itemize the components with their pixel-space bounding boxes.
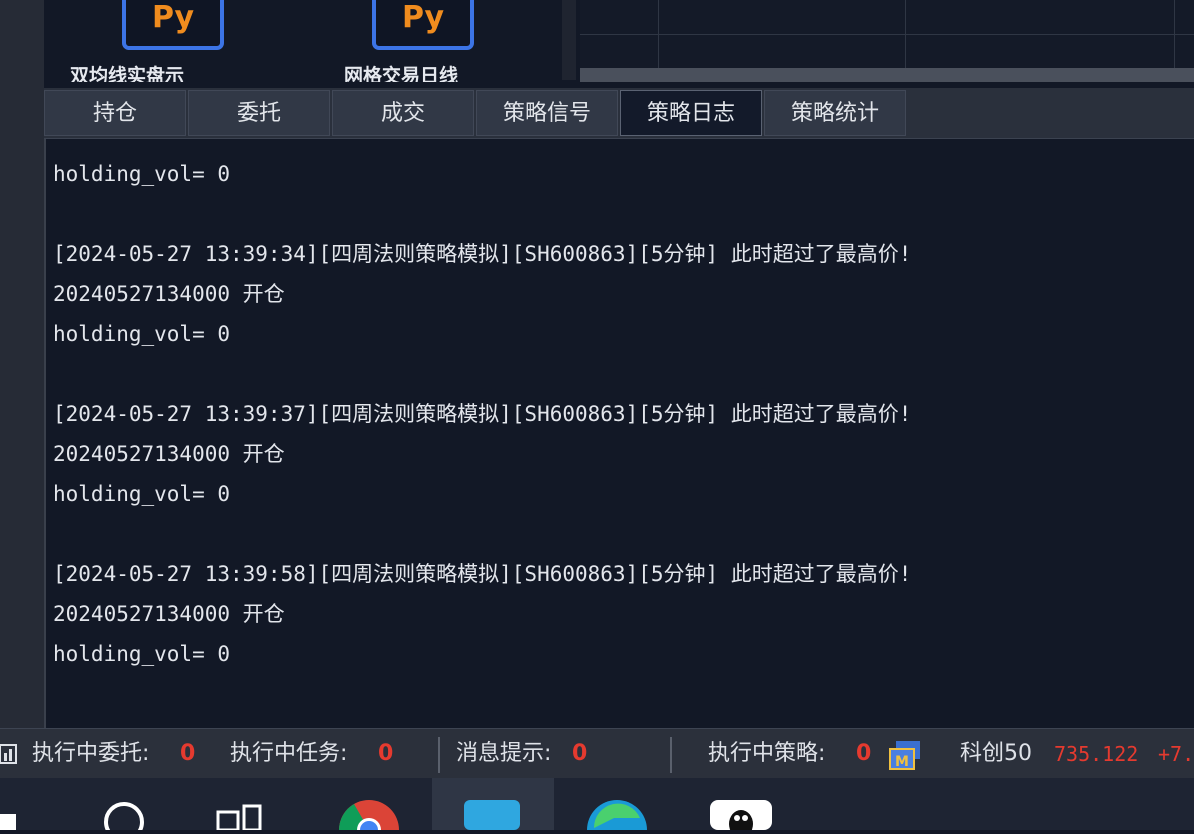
- strategy-tile-1-caption: 双均线实盘示: [70, 65, 185, 82]
- index-change: +7.: [1158, 742, 1194, 766]
- tab-strategy-signals[interactable]: 策略信号: [476, 90, 618, 136]
- chart-icon[interactable]: [0, 743, 18, 765]
- status-bar: 执行中委托: 0 执行中任务: 0 消息提示: 0 执行中策略: 0 M 科创5…: [0, 728, 1194, 779]
- task-view-icon[interactable]: [212, 778, 268, 832]
- tab-strategy-log[interactable]: 策略日志: [620, 90, 762, 136]
- executing-strategies-count: 0: [856, 741, 872, 766]
- edge-icon[interactable]: [584, 778, 650, 834]
- log-line: holding_vol= 0: [53, 482, 231, 506]
- log-line: 20240527134000 开仓: [53, 602, 285, 626]
- strategy-monitor-icon[interactable]: M: [888, 739, 922, 771]
- log-line: holding_vol= 0: [53, 642, 231, 666]
- executing-strategies-label: 执行中策略:: [708, 741, 826, 766]
- log-line: [2024-05-27 13:39:34][四周法则策略模拟][SH600863…: [53, 242, 912, 266]
- index-name: 科创50: [960, 741, 1032, 766]
- python-icon: Py: [401, 0, 445, 35]
- strategy-log-output: holding_vol= 0 [2024-05-27 13:39:34][四周法…: [53, 150, 1173, 720]
- log-line: holding_vol= 0: [53, 162, 231, 186]
- log-line: 20240527134000 开仓: [53, 442, 285, 466]
- left-panel-edge: [0, 0, 46, 728]
- status-divider: [438, 737, 440, 773]
- tab-orders[interactable]: 委托: [188, 90, 330, 136]
- strategy-tile-2[interactable]: Py: [372, 0, 474, 50]
- strategy-tile-2-caption: 网格交易日线: [344, 65, 459, 82]
- log-line: [2024-05-27 13:39:58][四周法则策略模拟][SH600863…: [53, 562, 912, 586]
- executing-tasks-count: 0: [378, 741, 394, 766]
- strategy-tile-1[interactable]: Py: [122, 0, 224, 50]
- start-icon[interactable]: [0, 778, 20, 830]
- grid-divider: [580, 34, 1194, 35]
- executing-orders-count: 0: [180, 741, 196, 766]
- tab-trades[interactable]: 成交: [332, 90, 474, 136]
- executing-orders-label: 执行中委托:: [32, 741, 150, 766]
- messages-label[interactable]: 消息提示:: [456, 729, 551, 779]
- python-icon: Py: [151, 0, 195, 35]
- horizontal-scrollbar[interactable]: [580, 68, 1194, 82]
- log-line: [2024-05-27 13:39:37][四周法则策略模拟][SH600863…: [53, 402, 912, 426]
- index-value: 735.122: [1054, 742, 1139, 766]
- executing-tasks-label: 执行中任务:: [230, 741, 348, 766]
- log-line: 20240527134000 开仓: [53, 282, 285, 306]
- bottom-panel-tabs: 持仓 委托 成交 策略信号 策略日志 策略统计: [44, 88, 1194, 139]
- chrome-icon[interactable]: [336, 778, 402, 834]
- data-grid: [580, 0, 1194, 68]
- svg-text:M: M: [895, 754, 909, 770]
- messages-count: 0: [572, 741, 588, 766]
- app-icon[interactable]: [432, 778, 554, 830]
- panel-divider: [562, 0, 576, 80]
- os-taskbar: [0, 778, 1194, 834]
- search-icon[interactable]: [96, 778, 152, 834]
- tab-strategy-stats[interactable]: 策略统计: [764, 90, 906, 136]
- tab-positions[interactable]: 持仓: [44, 90, 186, 136]
- status-divider: [670, 737, 672, 773]
- qq-icon[interactable]: [708, 778, 774, 834]
- log-line: holding_vol= 0: [53, 322, 231, 346]
